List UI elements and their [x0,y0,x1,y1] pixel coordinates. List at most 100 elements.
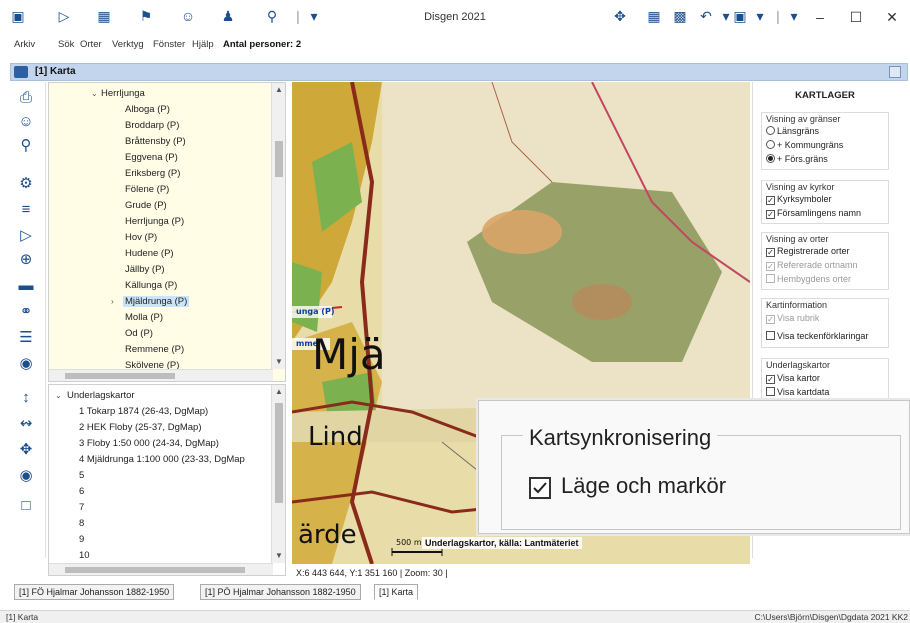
checkbox-teckenforklaringar[interactable]: Visa teckenförklaringar [766,331,868,341]
checkbox-forsamlingsnamn[interactable]: ✓ Församlingens namn [766,208,861,219]
close-button[interactable]: ✕ [872,4,910,30]
scroll-down-icon[interactable]: ▼ [275,357,283,366]
move-icon[interactable]: ✥ [612,8,628,24]
expand-icon[interactable]: › [111,297,114,306]
tree-item[interactable]: Hov (P) [125,232,157,243]
underlay-item[interactable]: 8 [79,518,84,529]
menu-hjalp[interactable]: Hjälp [192,39,214,50]
settings-icon[interactable]: ⚙ [14,174,38,194]
radio-lansgrans[interactable]: Länsgräns [766,126,819,136]
zoom-icon[interactable]: ⊕ [14,250,38,270]
underlay-item[interactable]: 10 [79,550,90,561]
radio-kommungrans[interactable]: + Kommungräns [766,140,843,150]
checkbox-checked-icon[interactable] [529,477,551,499]
layout-icon[interactable]: ▩ [672,8,688,24]
checkbox-visa-kartor[interactable]: ✓ Visa kartor [766,373,820,384]
underlay-item[interactable]: 4 Mjäldrunga 1:100 000 (23-33, DgMap [79,454,245,465]
underlay-item[interactable]: 7 [79,502,84,513]
hscroll-thumb[interactable] [65,567,245,573]
tree-item[interactable]: Herrljunga (P) [125,216,184,227]
checkbox-registrerade[interactable]: ✓ Registrerade orter [766,246,850,257]
menu-sok[interactable]: Sök [58,39,74,50]
restore-icon[interactable] [889,66,901,78]
zoom-level-icon[interactable]: ↕ [14,388,38,408]
underlay-item[interactable]: 3 Floby 1:50 000 (24-34, DgMap) [79,438,219,449]
underlay-item[interactable]: 2 HEK Floby (25-37, DgMap) [79,422,202,433]
compass-icon[interactable]: ✥ [14,440,38,460]
tree-bottom-vscroll[interactable]: ▲ ▼ [271,385,285,563]
scroll-up-icon[interactable]: ▲ [275,387,283,396]
checkbox-hembygdens[interactable]: Hembygdens orter [766,274,851,284]
tree-item-selected[interactable]: Mjäldrunga (P) [123,296,190,307]
tree-item[interactable]: Källunga (P) [125,280,177,291]
menu-icon[interactable]: ≡ [14,200,38,220]
tree-bottom-hscroll[interactable] [49,563,273,575]
tree-item[interactable]: Od (P) [125,328,153,339]
tree-item[interactable]: Eriksberg (P) [125,168,180,179]
collapse-icon[interactable]: ⌄ [91,89,98,98]
connect-icon[interactable]: ↭ [14,414,38,434]
tree-item[interactable]: Alboga (P) [125,104,170,115]
menu-verktyg[interactable]: Verktyg [112,39,144,50]
flag-icon[interactable]: ⚑ [138,8,154,24]
search-icon[interactable]: ⚲ [14,136,38,156]
scroll-down-icon[interactable]: ▼ [275,551,283,560]
underlay-item[interactable]: 1 Tokarp 1874 (26-43, DgMap) [79,406,208,417]
scroll-thumb[interactable] [275,141,283,177]
tab-karta[interactable]: [1] Karta [374,584,419,600]
tree-root-underlagskartor[interactable]: Underlagskartor [67,390,135,401]
checkbox-visa-kartdata[interactable]: Visa kartdata [766,387,829,397]
location-icon[interactable]: ◉ [14,466,38,486]
dropdown-icon-2[interactable]: ▾ [752,8,768,24]
tree-item[interactable]: Bråttensby (P) [125,136,186,147]
map-pin-icon[interactable]: ⚲ [264,8,280,24]
tree-top-vscroll[interactable]: ▲ ▼ [271,83,285,369]
collapse-icon[interactable]: ⌄ [55,391,62,400]
tree-item[interactable]: Eggvena (P) [125,152,178,163]
tab-fo[interactable]: [1] FÖ Hjalmar Johansson 1882-1950 [14,584,175,600]
tag-icon[interactable]: ⚭ [14,302,38,322]
checkbox-refererade[interactable]: ✓ Refererade ortnamn [766,260,858,271]
radio-forsgrans[interactable]: + Förs.gräns [766,154,828,164]
print-icon[interactable]: ⎙ [14,88,38,108]
pointer-icon[interactable]: ▷ [14,226,38,246]
curve-icon[interactable]: ↶ [698,8,714,24]
ruler-icon[interactable]: ▬ [14,276,38,296]
tree-item[interactable]: Grude (P) [125,200,167,211]
tab-po[interactable]: [1] PÖ Hjalmar Johansson 1882-1950 [200,584,361,600]
customize-toolbar-icon[interactable]: ▾ [306,8,322,24]
tree-root-herrljunga[interactable]: Herrljunga [101,88,145,99]
underlay-item[interactable]: 5 [79,470,84,481]
person-pin-icon[interactable]: ♟ [220,8,236,24]
tree-item[interactable]: Fölene (P) [125,184,169,195]
tree-item[interactable]: Broddarp (P) [125,120,179,131]
tree-item[interactable]: Hudene (P) [125,248,174,259]
minimize-button[interactable]: – [800,4,840,30]
scroll-thumb[interactable] [275,403,283,503]
tree-item[interactable]: Remmene (P) [125,344,184,355]
person-search-icon[interactable]: ☺ [14,112,38,132]
underlay-item[interactable]: 9 [79,534,84,545]
save-icon[interactable]: ▣ [732,8,748,24]
filter-icon[interactable]: ▷ [56,8,72,24]
app-icon[interactable]: ▣ [10,8,26,24]
tree-item[interactable]: Jällby (P) [125,264,165,275]
maximize-button[interactable]: ☐ [836,4,876,30]
menu-fonster[interactable]: Fönster [153,39,185,50]
tree-top-hscroll[interactable] [49,369,273,381]
grid-icon[interactable]: ▦ [646,8,662,24]
globe-icon[interactable]: ◉ [14,354,38,374]
underlay-item[interactable]: 6 [79,486,84,497]
calendar-icon[interactable]: ▦ [96,8,112,24]
map-sync-label[interactable]: Läge och markör [561,473,726,499]
menu-orter[interactable]: Orter [80,39,102,50]
hscroll-thumb[interactable] [65,373,175,379]
frame-icon[interactable]: □ [14,496,38,516]
checkbox-kyrksymboler[interactable]: ✓ Kyrksymboler [766,194,832,205]
scroll-up-icon[interactable]: ▲ [275,85,283,94]
tree-item[interactable]: Molla (P) [125,312,163,323]
layers-icon[interactable]: ☰ [14,328,38,348]
menu-arkiv[interactable]: Arkiv [14,39,35,50]
person-icon[interactable]: ☺ [180,8,196,24]
checkbox-visa-rubrik[interactable]: ✓ Visa rubrik [766,313,819,324]
